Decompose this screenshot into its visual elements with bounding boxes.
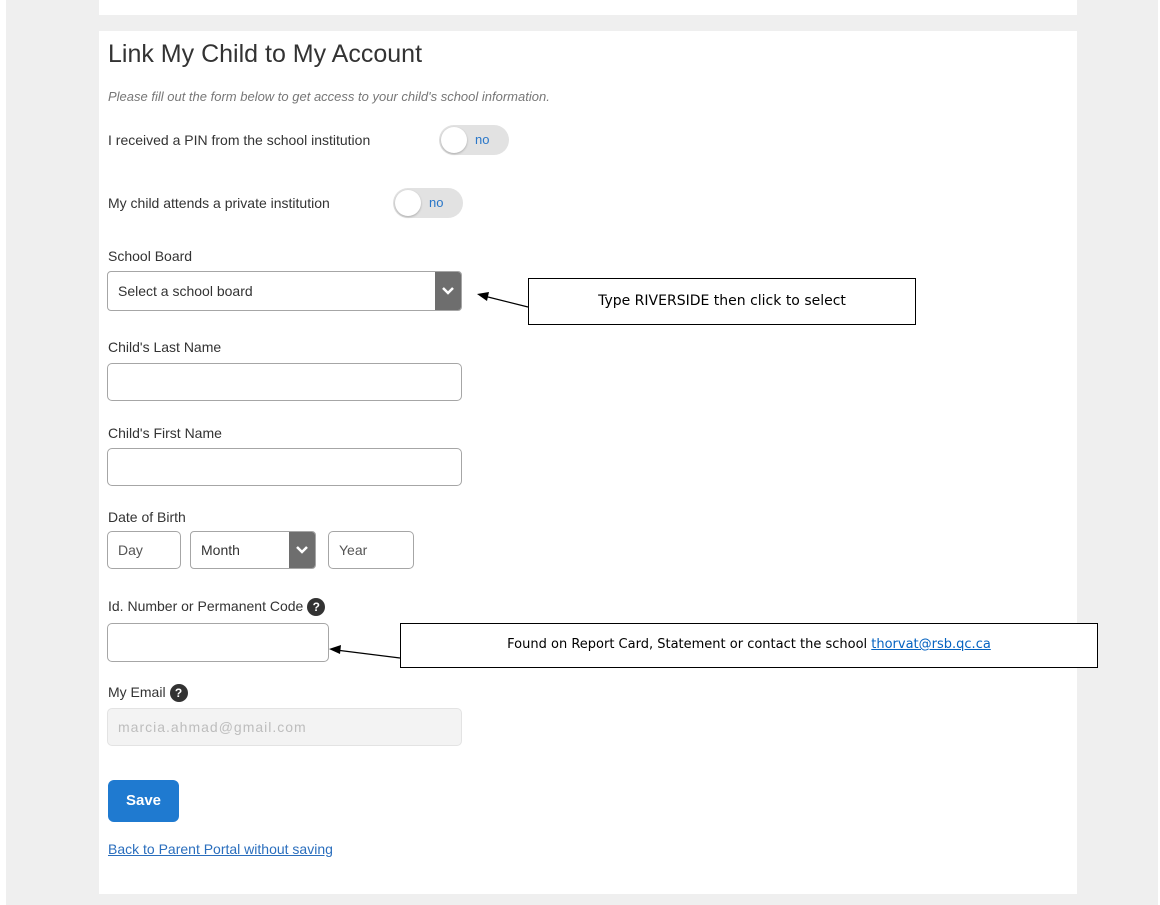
- id-number-callout: Found on Report Card, Statement or conta…: [400, 623, 1098, 668]
- school-board-callout: Type RIVERSIDE then click to select: [528, 278, 916, 325]
- school-board-callout-text: Type RIVERSIDE then click to select: [598, 293, 846, 309]
- id-number-callout-text: Found on Report Card, Statement or conta…: [507, 637, 872, 652]
- board-callout-arrow: [483, 295, 529, 308]
- board-callout-arrowhead: [477, 292, 489, 301]
- id-number-callout-content: Found on Report Card, Statement or conta…: [401, 637, 1097, 652]
- id-callout-arrowhead: [329, 645, 341, 654]
- school-email-link[interactable]: thorvat@rsb.qc.ca: [871, 637, 991, 652]
- id-callout-arrow: [335, 649, 401, 659]
- annotation-arrows: [329, 292, 529, 659]
